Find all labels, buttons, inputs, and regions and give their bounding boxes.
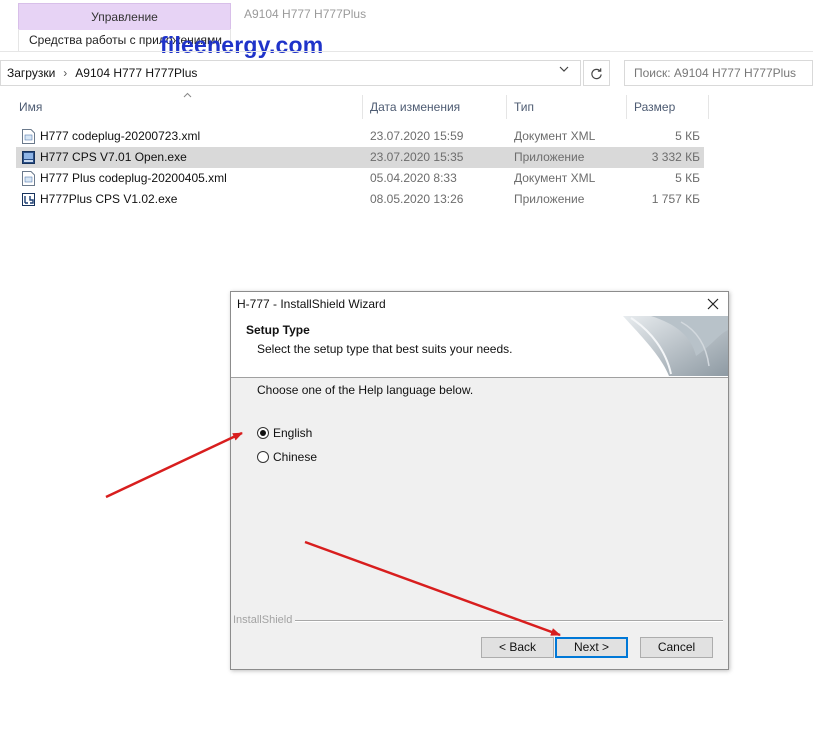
file-date: 08.05.2020 13:26: [370, 192, 464, 206]
chevron-down-icon[interactable]: [559, 64, 569, 77]
refresh-button[interactable]: [583, 60, 610, 86]
file-type: Приложение: [514, 192, 585, 206]
breadcrumb-separator: ›: [63, 66, 68, 80]
refresh-icon: [591, 68, 602, 80]
radio-label: Chinese: [273, 450, 318, 464]
file-row-selected[interactable]: H777 CPS V7.01 Open.exe 23.07.2020 15:35…: [16, 147, 704, 168]
file-row[interactable]: H777 Plus codeplug-20200405.xml 05.04.20…: [16, 168, 704, 189]
footer-divider: [295, 620, 723, 622]
search-placeholder: Поиск: A9104 H777 H777Plus: [634, 66, 797, 80]
xml-file-icon: [22, 129, 35, 144]
column-header-size[interactable]: Размер: [634, 100, 675, 114]
column-header-type[interactable]: Тип: [514, 100, 534, 114]
file-size: 5 КБ: [675, 129, 700, 143]
cancel-button[interactable]: Cancel: [640, 637, 713, 658]
file-row[interactable]: H777 codeplug-20200723.xml 23.07.2020 15…: [16, 126, 704, 147]
column-divider[interactable]: [362, 95, 363, 119]
file-size: 5 КБ: [675, 171, 700, 185]
file-type: Приложение: [514, 150, 585, 164]
close-icon[interactable]: [707, 294, 719, 314]
dialog-subheading: Select the setup type that best suits yo…: [257, 342, 513, 356]
sort-up-icon: [183, 90, 192, 100]
arrow-to-english-icon: [105, 431, 243, 499]
file-date: 23.07.2020 15:59: [370, 129, 464, 143]
radio-button[interactable]: [257, 451, 269, 463]
file-name: H777 codeplug-20200723.xml: [40, 129, 201, 143]
dialog-heading: Setup Type: [246, 323, 310, 337]
file-row[interactable]: H777Plus CPS V1.02.exe 08.05.2020 13:26 …: [16, 189, 704, 210]
file-date: 23.07.2020 15:35: [370, 150, 464, 164]
ribbon-divider: [0, 51, 813, 52]
exe-app-icon: [22, 151, 35, 164]
radio-button[interactable]: [257, 427, 269, 439]
installshield-dialog: H-777 - InstallShield Wizard Setup Type …: [230, 291, 729, 670]
file-date: 05.04.2020 8:33: [370, 171, 457, 185]
file-type: Документ XML: [514, 171, 596, 185]
file-size: 1 757 КБ: [651, 192, 700, 206]
file-size: 3 332 КБ: [651, 150, 700, 164]
dialog-prompt: Choose one of the Help language below.: [257, 383, 474, 397]
watermark: fileenergy.com: [160, 32, 324, 58]
exe-app-icon: [22, 193, 35, 206]
file-name: H777Plus CPS V1.02.exe: [40, 192, 178, 206]
back-button[interactable]: < Back: [481, 637, 554, 658]
column-header-date[interactable]: Дата изменения: [370, 100, 460, 114]
file-name: H777 Plus codeplug-20200405.xml: [40, 171, 227, 185]
breadcrumb: Загрузки › A9104 H777 H777Plus: [7, 66, 197, 80]
breadcrumb-downloads[interactable]: Загрузки: [7, 66, 55, 80]
file-type: Документ XML: [514, 129, 596, 143]
dialog-title: H-777 - InstallShield Wizard: [237, 297, 386, 311]
breadcrumb-folder[interactable]: A9104 H777 H777Plus: [75, 66, 197, 80]
xml-file-icon: [22, 171, 35, 186]
next-button[interactable]: Next >: [555, 637, 628, 658]
column-divider[interactable]: [626, 95, 627, 119]
column-header-name[interactable]: Имя: [19, 100, 42, 114]
radio-selected-dot: [260, 430, 266, 436]
file-name: H777 CPS V7.01 Open.exe: [40, 150, 187, 164]
window-title: A9104 H777 H777Plus: [244, 7, 367, 21]
radio-label: English: [273, 426, 313, 440]
banner-graphic-icon: [623, 316, 728, 376]
ribbon-tab-manage[interactable]: Управление: [18, 3, 231, 30]
column-divider[interactable]: [708, 95, 709, 119]
column-divider[interactable]: [506, 95, 507, 119]
installshield-brand: InstallShield: [233, 614, 293, 626]
